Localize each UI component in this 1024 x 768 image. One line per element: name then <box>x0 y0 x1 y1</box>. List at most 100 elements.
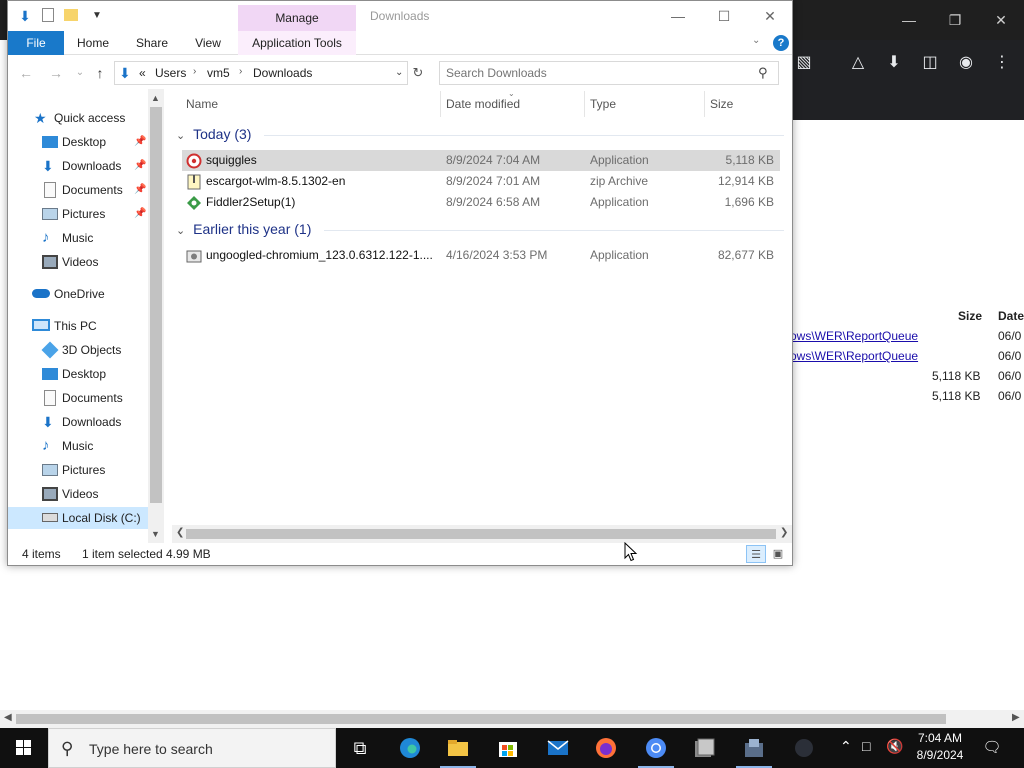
column-name[interactable]: Name <box>186 97 218 111</box>
download-icon[interactable]: ⬇ <box>882 52 906 74</box>
nav-pc-music[interactable]: ♪ Music <box>8 435 148 457</box>
tab-share[interactable]: Share <box>128 31 176 55</box>
maximize-button[interactable]: ☐ <box>701 5 747 27</box>
column-type[interactable]: Type <box>590 97 616 111</box>
labs-flask-icon[interactable]: △ <box>846 52 870 74</box>
search-icon[interactable]: ⚲ <box>758 65 768 81</box>
side-panel-icon[interactable]: ◫ <box>918 52 942 74</box>
chevron-right-icon[interactable]: › <box>193 66 196 77</box>
filelist-horizontal-scrollbar[interactable]: ❮ ❯ <box>172 525 792 543</box>
volume-muted-icon[interactable]: 🔇 <box>886 738 903 755</box>
nav-this-pc[interactable]: This PC <box>8 315 148 337</box>
installer-app-icon[interactable] <box>680 728 728 768</box>
more-menu-icon[interactable]: ⋮ <box>990 52 1014 74</box>
notifications-icon[interactable]: 🗨 <box>980 738 1004 756</box>
column-divider[interactable] <box>440 91 441 117</box>
file-row-fiddler[interactable]: Fiddler2Setup(1) 8/9/2024 6:58 AM Applic… <box>182 192 780 213</box>
breadcrumb-downloads[interactable]: Downloads <box>253 66 312 80</box>
scroll-up-icon[interactable]: ▲ <box>151 93 160 103</box>
new-folder-icon[interactable] <box>64 9 78 21</box>
address-bar[interactable]: ⬇ « Users › vm5 › Downloads ⌄ <box>114 61 408 85</box>
tab-view[interactable]: View <box>186 31 230 55</box>
clock-time[interactable]: 7:04 AM <box>912 731 968 745</box>
edge-browser-icon[interactable] <box>386 728 434 768</box>
nav-pc-pictures[interactable]: Pictures <box>8 459 148 481</box>
mail-icon[interactable] <box>534 728 582 768</box>
properties-icon[interactable] <box>42 8 54 22</box>
nav-quick-pictures[interactable]: Pictures 📌 <box>8 203 148 225</box>
nav-3d-objects[interactable]: 3D Objects <box>8 339 148 361</box>
column-size[interactable]: Size <box>710 97 733 111</box>
tab-file[interactable]: File <box>8 31 64 55</box>
breadcrumb-users[interactable]: Users <box>155 66 186 80</box>
up-arrow-icon[interactable]: ↑ <box>90 63 110 83</box>
breadcrumb-overflow[interactable]: « <box>139 66 146 80</box>
nav-quick-videos[interactable]: Videos <box>8 251 148 273</box>
pinned-app-icon[interactable] <box>780 728 828 768</box>
chevron-down-icon[interactable]: ⌄ <box>176 130 185 142</box>
file-row-ungoogled-chromium[interactable]: ungoogled-chromium_123.0.6312.122-1.... … <box>182 245 780 266</box>
browser-minimize-button[interactable]: — <box>886 8 932 32</box>
clock-date[interactable]: 8/9/2024 <box>912 748 968 762</box>
setup-app-icon[interactable] <box>730 728 778 768</box>
scroll-down-icon[interactable]: ▼ <box>151 529 160 539</box>
show-hidden-icons-icon[interactable]: ⌃ <box>840 738 852 755</box>
chevron-down-icon[interactable]: ⌄ <box>176 225 185 237</box>
close-button[interactable]: ✕ <box>747 5 792 27</box>
minimize-button[interactable]: — <box>655 5 701 27</box>
file-row-escargot[interactable]: escargot-wlm-8.5.1302-en 8/9/2024 7:01 A… <box>182 171 780 192</box>
taskbar-search-box[interactable]: ⚲ Type here to search <box>48 728 336 768</box>
manage-contextual-tab[interactable]: Manage <box>238 5 356 31</box>
customize-quick-access-icon[interactable]: ▼ <box>88 7 106 25</box>
chevron-right-icon[interactable]: › <box>239 66 242 77</box>
tab-application-tools[interactable]: Application Tools <box>238 31 356 55</box>
profile-avatar-icon[interactable]: ◉ <box>954 52 978 74</box>
network-icon[interactable]: □ <box>862 738 870 754</box>
firefox-icon[interactable] <box>582 728 630 768</box>
large-icons-view-icon[interactable]: ▣ <box>768 545 788 563</box>
report-path-link[interactable]: ows\WER\ReportQueue <box>790 349 918 363</box>
navpane-scroll-thumb[interactable] <box>150 107 162 503</box>
nav-pc-downloads[interactable]: ⬇ Downloads <box>8 411 148 433</box>
nav-quick-music[interactable]: ♪ Music <box>8 227 148 249</box>
refresh-icon[interactable]: ↻ <box>410 65 426 81</box>
browser-close-button[interactable]: ✕ <box>978 8 1024 32</box>
scroll-right-icon[interactable]: ▶ <box>1012 712 1020 723</box>
breadcrumb-vm5[interactable]: vm5 <box>207 66 230 80</box>
chromium-icon[interactable] <box>632 728 680 768</box>
nav-pc-documents[interactable]: Documents <box>8 387 148 409</box>
search-box[interactable]: ⚲ <box>439 61 779 85</box>
filelist-scroll-thumb[interactable] <box>186 529 776 539</box>
report-path-link[interactable]: ows\WER\ReportQueue <box>790 329 918 343</box>
browser-scroll-thumb[interactable] <box>16 714 946 724</box>
file-row-squiggles[interactable]: squiggles 8/9/2024 7:04 AM Application 5… <box>182 150 780 171</box>
nav-pc-desktop[interactable]: Desktop <box>8 363 148 385</box>
task-view-icon[interactable]: ⧉ <box>336 728 384 768</box>
column-date-modified[interactable]: Date modified <box>446 97 520 111</box>
forward-arrow-icon[interactable]: → <box>46 63 66 83</box>
column-divider[interactable] <box>704 91 705 117</box>
nav-onedrive[interactable]: OneDrive <box>8 283 148 305</box>
browser-horizontal-scrollbar[interactable]: ◀ ▶ <box>0 710 1024 728</box>
start-button[interactable] <box>0 728 48 768</box>
nav-local-disk[interactable]: Local Disk (C:) <box>8 507 148 529</box>
nav-quick-access[interactable]: ★ Quick access <box>8 107 148 129</box>
search-input[interactable] <box>446 65 746 81</box>
nav-quick-downloads[interactable]: ⬇ Downloads 📌 <box>8 155 148 177</box>
extensions-icon[interactable]: ▧ <box>792 52 816 74</box>
microsoft-store-icon[interactable] <box>484 728 532 768</box>
tab-home[interactable]: Home <box>70 31 116 55</box>
navpane-scrollbar[interactable]: ▲ ▼ <box>148 89 164 543</box>
column-divider[interactable] <box>584 91 585 117</box>
expand-ribbon-icon[interactable]: ⌄ <box>752 35 760 46</box>
nav-quick-documents[interactable]: Documents 📌 <box>8 179 148 201</box>
address-dropdown-icon[interactable]: ⌄ <box>395 67 403 78</box>
group-header-earlier-this-year[interactable]: ⌄ Earlier this year (1) <box>176 221 311 237</box>
browser-restore-button[interactable]: ❐ <box>932 8 978 32</box>
help-icon[interactable]: ? <box>773 35 789 51</box>
scroll-left-icon[interactable]: ❮ <box>176 527 184 538</box>
group-header-today[interactable]: ⌄ Today (3) <box>176 126 251 142</box>
nav-quick-desktop[interactable]: Desktop 📌 <box>8 131 148 153</box>
file-explorer-icon[interactable] <box>434 728 482 768</box>
scroll-left-icon[interactable]: ◀ <box>4 712 12 723</box>
